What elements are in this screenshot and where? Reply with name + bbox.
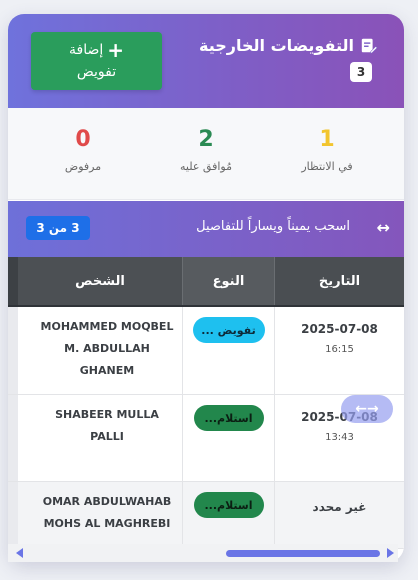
type-cell: استلام... xyxy=(182,482,274,548)
stat-approved-value: 2 xyxy=(198,127,214,152)
stats-bar: 1 في الانتظار 2 مُوافق عليه 0 مرفوض xyxy=(8,108,404,200)
column-header-type[interactable]: النوع xyxy=(182,257,274,305)
count-badge: 3 xyxy=(350,62,372,82)
person-cell: MOHAMMED MOQBEL M. ABDULLAH GHANEM xyxy=(8,307,182,394)
floating-swipe-icon[interactable]: →← xyxy=(341,395,393,423)
horizontal-scrollbar[interactable] xyxy=(8,544,398,562)
table-row[interactable]: MOHAMMED MOQBEL M. ABDULLAH GHANEM تفويض… xyxy=(8,307,404,395)
person-cell: OMAR ABDULWAHAB MOHS AL MAGHREBI xyxy=(8,482,182,548)
date-value: غير محدد xyxy=(312,500,367,514)
stat-rejected: 0 مرفوض xyxy=(28,126,138,173)
date-cell: 2025-07-08 16:15 xyxy=(274,307,404,394)
date-value: 2025-07-08 xyxy=(301,322,378,336)
type-cell: تفويض ... xyxy=(182,307,274,394)
plus-icon: + xyxy=(107,38,125,62)
scrollbar-thumb[interactable] xyxy=(226,550,380,557)
delegations-card: التفويضات الخارجية 3 + إضافة تفويض 1 في … xyxy=(8,14,404,562)
time-value: 16:15 xyxy=(325,344,354,355)
pagination-badge: 3 من 3 xyxy=(26,216,90,240)
date-cell: غير محدد xyxy=(274,482,404,548)
document-edit-icon xyxy=(361,38,378,54)
page-title: التفويضات الخارجية xyxy=(199,36,378,55)
table-header: الشخص النوع التاريخ xyxy=(8,257,404,307)
stat-rejected-label: مرفوض xyxy=(64,160,102,173)
stat-approved: 2 مُوافق عليه xyxy=(151,126,261,173)
card-header: التفويضات الخارجية 3 + إضافة تفويض xyxy=(8,14,404,108)
column-header-person[interactable]: الشخص xyxy=(8,257,182,305)
add-delegation-button[interactable]: + إضافة تفويض xyxy=(31,32,162,90)
column-header-date[interactable]: التاريخ xyxy=(274,257,404,305)
table-row[interactable]: OMAR ABDULWAHAB MOHS AL MAGHREBI استلام.… xyxy=(8,482,404,549)
time-value: 13:43 xyxy=(325,432,354,443)
page-title-text: التفويضات الخارجية xyxy=(198,36,354,55)
type-badge[interactable]: استلام... xyxy=(193,405,264,431)
add-button-label-1: إضافة xyxy=(69,42,104,58)
stat-approved-label: مُوافق عليه xyxy=(180,160,232,173)
type-cell: استلام... xyxy=(182,395,274,481)
scroll-left-arrow-icon[interactable] xyxy=(16,548,23,558)
add-button-label-2: تفويض xyxy=(76,64,117,80)
stat-pending-label: في الانتظار xyxy=(301,160,353,173)
type-badge[interactable]: تفويض ... xyxy=(192,317,265,343)
stat-pending-value: 1 xyxy=(319,127,335,152)
person-cell: SHABEER MULLA PALLI xyxy=(8,395,182,481)
scroll-right-arrow-icon[interactable] xyxy=(387,548,394,558)
stat-pending: 1 في الانتظار xyxy=(272,126,382,173)
swipe-arrows-icon: ↔ xyxy=(376,218,390,237)
swipe-hint-bar: ↔ اسحب يميناً ويساراً للتفاصيل 3 من 3 xyxy=(8,201,404,257)
stat-rejected-value: 0 xyxy=(75,127,91,152)
swipe-hint-text: اسحب يميناً ويساراً للتفاصيل xyxy=(196,219,350,234)
type-badge[interactable]: استلام... xyxy=(193,492,264,518)
